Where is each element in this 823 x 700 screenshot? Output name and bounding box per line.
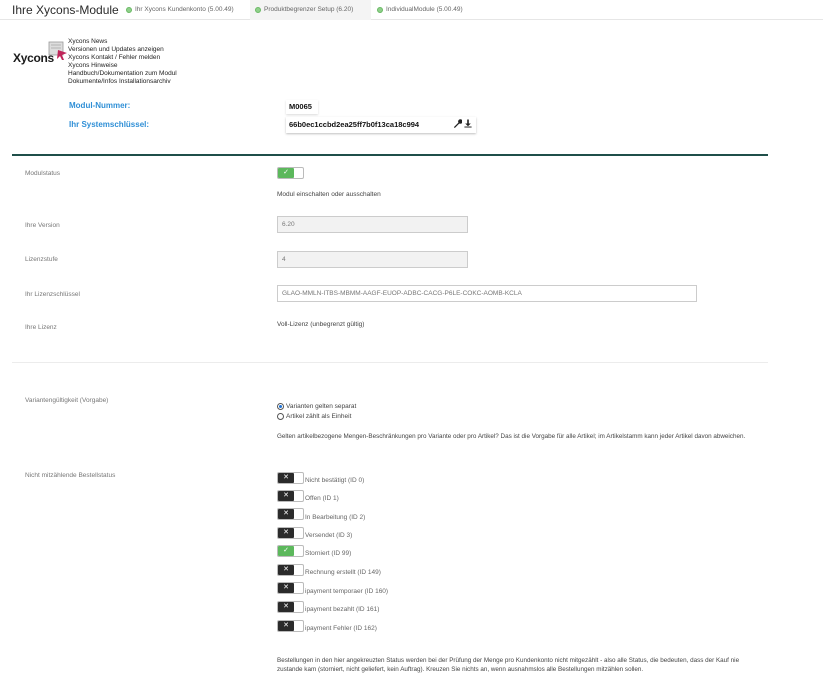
tab-produktbegrenzer[interactable]: Produktbegrenzer Setup (6.20) <box>250 0 371 20</box>
radio-artikel-einheit[interactable]: Artikel zählt als Einheit <box>277 413 351 420</box>
varianten-label: Variantengültigkeit (Vorgabe) <box>25 397 109 404</box>
modul-nummer-value: M0065 <box>286 100 318 114</box>
radio-label: Artikel zählt als Einheit <box>286 413 352 420</box>
status-label-2: In Bearbeitung (ID 2) <box>305 514 366 521</box>
modulstatus-label: Modulstatus <box>25 170 61 177</box>
x-icon: ✕ <box>283 566 289 573</box>
systemschluessel-label: Ihr Systemschlüssel: <box>69 120 150 129</box>
info-links: Xycons News Versionen und Updates anzeig… <box>68 38 177 87</box>
status-toggle-1[interactable]: ✕ <box>277 490 304 502</box>
tab-label: IndividualModule (5.00.49) <box>386 6 463 13</box>
check-icon: ✓ <box>283 169 289 176</box>
key-actions <box>453 117 472 133</box>
section-divider <box>12 154 768 156</box>
radio-varianten-separat[interactable]: Varianten gelten separat <box>277 403 356 410</box>
status-toggle-3[interactable]: ✕ <box>277 527 304 539</box>
status-toggle-99[interactable]: ✓ <box>277 545 304 557</box>
link-hinweise[interactable]: Xycons Hinweise <box>68 62 177 70</box>
status-label-0: Nicht bestätigt (ID 0) <box>305 477 365 484</box>
modul-nummer-label: Modul-Nummer: <box>69 101 131 110</box>
status-label-4: Storniert (ID 99) <box>305 550 352 557</box>
header-bar: Ihre Xycons-Module Ihr Xycons Kundenkont… <box>0 0 823 20</box>
version-field: 6.20 <box>277 216 468 233</box>
lizenz-label: Ihre Lizenz <box>25 324 57 331</box>
status-dot-icon <box>255 7 261 13</box>
xycons-logo: Xycons <box>13 39 69 69</box>
tab-label: Ihr Xycons Kundenkonto (5.00.49) <box>135 6 234 13</box>
x-icon: ✕ <box>283 474 289 481</box>
radio-button[interactable] <box>277 403 284 410</box>
lizenzschluessel-field[interactable]: GLAO-MMLN-ITBS-MBMM-AAGF-EUOP-ADBC-CACG-… <box>277 285 697 302</box>
status-toggle-2[interactable]: ✕ <box>277 508 304 520</box>
status-dot-icon <box>377 7 383 13</box>
lizenzstufe-field: 4 <box>277 251 468 268</box>
link-dokumente[interactable]: Dokumente/Infos Installationsarchiv <box>68 78 177 86</box>
radio-label: Varianten gelten separat <box>286 403 357 410</box>
link-versionen[interactable]: Versionen und Updates anzeigen <box>68 46 177 54</box>
lizenzschluessel-label: Ihr Lizenzschlüssel <box>25 291 80 298</box>
status-toggle-162[interactable]: ✕ <box>277 620 304 632</box>
tab-individualmodule[interactable]: IndividualModule (5.00.49) <box>372 0 482 20</box>
radio-button[interactable] <box>277 413 284 420</box>
modulstatus-toggle[interactable]: ✓ <box>277 167 304 179</box>
status-label-7: ipayment bezahlt (ID 161) <box>305 606 380 613</box>
page-title: Ihre Xycons-Module <box>12 3 119 17</box>
lizenz-value: Voll-Lizenz (unbegrenzt gültig) <box>277 321 365 328</box>
link-handbuch[interactable]: Handbuch/Dokumentation zum Modul <box>68 70 177 78</box>
systemschluessel-value: 66b0ec1ccbd2ea25ff7b0f13ca18c994 <box>286 117 476 133</box>
x-icon: ✕ <box>283 529 289 536</box>
x-icon: ✕ <box>283 584 289 591</box>
status-label-6: ipayment temporaer (ID 160) <box>305 588 389 595</box>
status-label-5: Rechnung erstellt (ID 149) <box>305 569 381 576</box>
bestellstatus-label: Nicht mitzählende Bestellstatus <box>25 472 116 479</box>
status-label-3: Versendet (ID 3) <box>305 532 353 539</box>
status-label-8: ipayment Fehler (ID 162) <box>305 625 377 632</box>
modulstatus-help: Modul einschalten oder ausschalten <box>277 191 381 198</box>
x-icon: ✕ <box>283 510 289 517</box>
varianten-help: Gelten artikelbezogene Mengen-Beschränku… <box>277 433 746 440</box>
x-icon: ✕ <box>283 492 289 499</box>
status-dot-icon <box>126 7 132 13</box>
link-news[interactable]: Xycons News <box>68 38 177 46</box>
tab-label: Produktbegrenzer Setup (6.20) <box>264 6 354 13</box>
link-kontakt[interactable]: Xycons Kontakt / Fehler melden <box>68 54 177 62</box>
lizenzstufe-label: Lizenzstufe <box>25 256 58 263</box>
x-icon: ✕ <box>283 603 289 610</box>
version-label: Ihre Version <box>25 222 60 229</box>
status-toggle-160[interactable]: ✕ <box>277 582 304 594</box>
section-separator <box>12 362 768 363</box>
bestellstatus-help: Bestellungen in den hier angekreuzten St… <box>277 657 740 673</box>
check-icon: ✓ <box>283 547 289 554</box>
wrench-icon[interactable] <box>453 119 463 128</box>
logo-text: Xycons <box>13 51 54 65</box>
tab-kundenkonto[interactable]: Ihr Xycons Kundenkonto (5.00.49) <box>121 0 251 20</box>
status-toggle-149[interactable]: ✕ <box>277 564 304 576</box>
status-toggle-0[interactable]: ✕ <box>277 472 304 484</box>
systemschluessel-text: 66b0ec1ccbd2ea25ff7b0f13ca18c994 <box>289 120 420 129</box>
status-toggle-161[interactable]: ✕ <box>277 601 304 613</box>
download-icon[interactable] <box>464 119 472 128</box>
x-icon: ✕ <box>283 622 289 629</box>
status-label-1: Offen (ID 1) <box>305 495 339 502</box>
